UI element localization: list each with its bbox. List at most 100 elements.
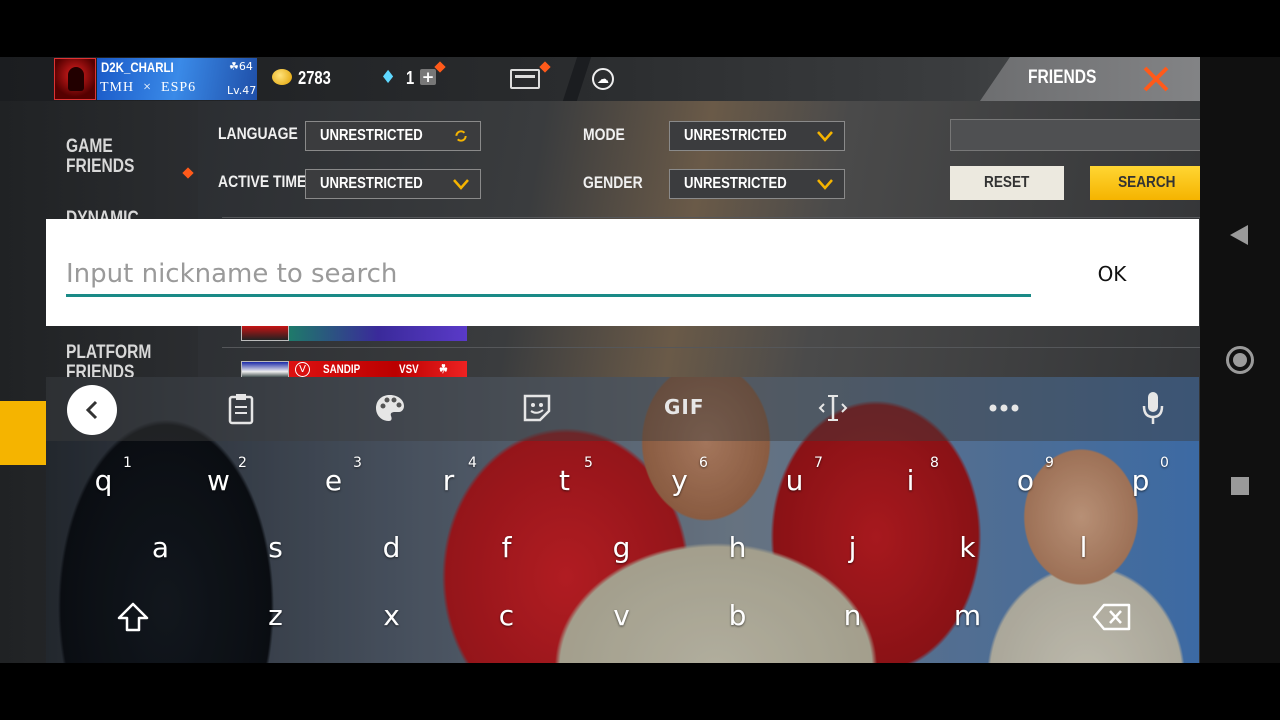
refresh-icon <box>455 130 467 142</box>
active-time-select[interactable]: UNRESTRICTED <box>305 169 481 199</box>
clan-left: TMH <box>100 80 135 95</box>
key-number-hint: 8 <box>930 455 939 471</box>
key-number-hint: 3 <box>353 455 362 471</box>
clan-tag: TMH × ESP6 <box>100 80 196 96</box>
chevron-down-icon <box>817 179 833 190</box>
mode-value: UNRESTRICTED <box>684 127 787 144</box>
key-number-hint: 0 <box>1160 455 1169 471</box>
gender-label: GENDER <box>583 173 643 192</box>
row-divider <box>222 347 1202 348</box>
active-time-label: ACTIVE TIME <box>218 172 307 191</box>
backspace-icon[interactable] <box>1092 603 1132 631</box>
key-t[interactable]: t5 <box>507 447 622 515</box>
diamond-icon: ♦ <box>380 67 397 88</box>
key-f[interactable]: f <box>449 514 564 582</box>
plus-icon[interactable]: + <box>420 69 436 85</box>
language-label: LANGUAGE <box>218 124 298 143</box>
page-title: FRIENDS <box>1028 67 1097 88</box>
gif-button[interactable]: GIF <box>664 395 705 419</box>
key-o[interactable]: o9 <box>968 447 1083 515</box>
key-m[interactable]: m <box>910 582 1025 650</box>
key-number-hint: 4 <box>468 455 477 471</box>
clipboard-icon[interactable] <box>228 393 254 425</box>
key-a[interactable]: a <box>103 514 218 582</box>
key-letter: y <box>671 464 688 497</box>
search-field[interactable] <box>950 119 1202 151</box>
mode-label: MODE <box>583 125 625 144</box>
key-q[interactable]: q1 <box>46 447 161 515</box>
key-letter: p <box>1131 464 1150 497</box>
like-count: ☘64 <box>229 60 253 73</box>
key-n[interactable]: n <box>795 582 910 650</box>
key-v[interactable]: v <box>564 582 679 650</box>
like-count-value: 64 <box>238 60 253 73</box>
gender-select[interactable]: UNRESTRICTED <box>669 169 845 199</box>
player-banner[interactable]: D2K_CHARLI ☘64 TMH × ESP6 Lv.47 <box>97 58 257 100</box>
clan-separator: × <box>143 80 153 95</box>
sticker-icon[interactable] <box>522 393 552 423</box>
v-badge: V <box>295 362 310 377</box>
nickname-input[interactable] <box>66 253 1031 297</box>
active-time-value: UNRESTRICTED <box>320 175 423 192</box>
microphone-icon[interactable] <box>1142 391 1164 425</box>
key-z[interactable]: z <box>218 582 333 650</box>
key-s[interactable]: s <box>218 514 333 582</box>
text-cursor-icon[interactable] <box>818 393 848 423</box>
key-letter: u <box>785 464 804 497</box>
shift-icon[interactable] <box>116 601 150 633</box>
key-e[interactable]: e3 <box>276 447 391 515</box>
key-l[interactable]: l <box>1026 514 1141 582</box>
more-icon[interactable] <box>988 403 1020 413</box>
key-p[interactable]: p0 <box>1083 447 1198 515</box>
key-letter: e <box>324 464 343 497</box>
row-clan: VSV <box>399 362 419 376</box>
key-h[interactable]: h <box>680 514 795 582</box>
ok-button[interactable]: OK <box>1086 257 1138 291</box>
key-r[interactable]: r4 <box>391 447 506 515</box>
search-button-label: SEARCH <box>1118 174 1176 191</box>
key-letter: o <box>1016 464 1035 497</box>
gender-value: UNRESTRICTED <box>684 175 787 192</box>
key-letter: r <box>442 464 455 497</box>
cloud-icon[interactable]: ☁ <box>592 68 614 90</box>
key-w[interactable]: w2 <box>161 447 276 515</box>
keyboard-back-button[interactable] <box>67 385 117 435</box>
key-letter: t <box>559 464 570 497</box>
coin-count: 2783 <box>298 68 331 88</box>
coin-icon <box>272 69 292 85</box>
player-name: D2K_CHARLI <box>101 59 174 75</box>
key-letter: i <box>906 464 915 497</box>
key-k[interactable]: k <box>910 514 1025 582</box>
key-number-hint: 9 <box>1045 455 1054 471</box>
notification-dot <box>182 167 194 179</box>
avatar[interactable] <box>54 58 96 100</box>
notification-dot <box>539 61 551 73</box>
language-select[interactable]: UNRESTRICTED <box>305 121 481 151</box>
recent-apps-icon[interactable] <box>1231 477 1249 495</box>
chevron-down-icon <box>817 131 833 142</box>
mode-select[interactable]: UNRESTRICTED <box>669 121 845 151</box>
close-icon[interactable] <box>1140 63 1172 95</box>
key-x[interactable]: x <box>334 582 449 650</box>
key-y[interactable]: y6 <box>622 447 737 515</box>
key-j[interactable]: j <box>795 514 910 582</box>
clan-right: ESP6 <box>161 80 197 95</box>
key-u[interactable]: u7 <box>737 447 852 515</box>
key-i[interactable]: i8 <box>853 447 968 515</box>
reset-button-label: RESET <box>984 174 1030 191</box>
key-g[interactable]: g <box>564 514 679 582</box>
sidebar-item-game-friends[interactable]: GAME FRIENDS <box>66 137 174 177</box>
card-icon[interactable] <box>510 69 540 89</box>
chevron-left-icon <box>85 400 98 420</box>
key-letter: w <box>207 464 230 497</box>
key-b[interactable]: b <box>680 582 795 650</box>
back-nav-icon[interactable] <box>1230 225 1248 245</box>
key-d[interactable]: d <box>334 514 449 582</box>
palette-icon[interactable] <box>374 393 406 423</box>
player-level: Lv.47 <box>227 84 257 97</box>
key-c[interactable]: c <box>449 582 564 650</box>
home-nav-icon[interactable] <box>1226 346 1254 374</box>
reset-button[interactable]: RESET <box>950 166 1064 200</box>
keyboard-toolbar: GIF <box>46 377 1199 441</box>
search-button[interactable]: SEARCH <box>1090 166 1204 200</box>
